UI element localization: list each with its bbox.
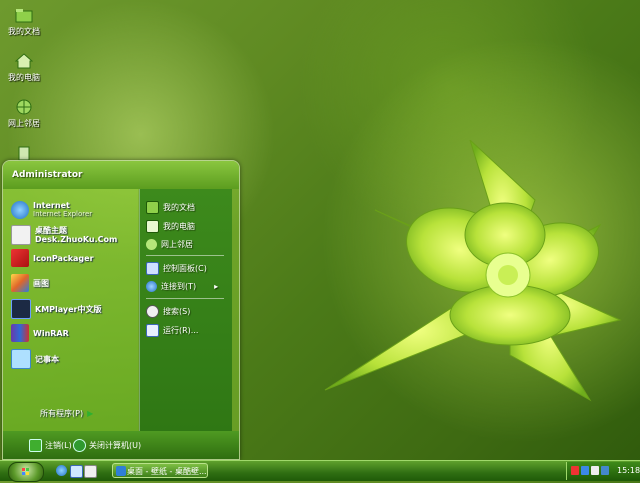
- places-item-label: 运行(R)...: [163, 326, 199, 335]
- desktop-icon-my-documents[interactable]: 我的文档: [4, 6, 44, 37]
- places-separator: [146, 255, 224, 256]
- start-menu-item-label: WinRAR: [33, 328, 69, 338]
- desktop-icon-label: 我的文档: [8, 27, 40, 36]
- all-programs-button[interactable]: 所有程序(P) ▶: [40, 409, 93, 418]
- start-menu-item-label: 记事本: [35, 354, 59, 364]
- start-menu-user-name: Administrator: [3, 161, 239, 189]
- places-item-run[interactable]: 运行(R)...: [146, 324, 198, 337]
- taskbar: 桌面 - 壁纸 - 桌酷壁... 15:18: [0, 460, 640, 482]
- taskbar-window-label: 桌面 - 壁纸 - 桌酷壁...: [127, 467, 207, 476]
- kmplayer-icon: [11, 299, 31, 319]
- windows-logo-icon: [22, 468, 29, 475]
- places-item-control-panel[interactable]: 控制面板(C): [146, 262, 207, 275]
- places-item-label: 我的电脑: [163, 222, 195, 231]
- taskbar-window-button[interactable]: 桌面 - 壁纸 - 桌酷壁...: [112, 463, 208, 478]
- control-panel-icon: [146, 262, 159, 275]
- network-icon: [146, 239, 157, 250]
- wallpaper-flower: [324, 140, 622, 402]
- system-tray: 15:18: [566, 462, 640, 480]
- logoff-label: 注销(L): [45, 441, 72, 450]
- iconpackager-icon: [11, 249, 29, 267]
- network-icon: [15, 98, 33, 116]
- places-item-label: 连接到(T): [161, 282, 197, 291]
- tray-volume-icon[interactable]: [591, 466, 599, 475]
- computer-icon: [146, 220, 159, 233]
- tray-security-icon[interactable]: [601, 466, 609, 475]
- start-menu-item-iconpackager[interactable]: IconPackager: [11, 249, 94, 267]
- start-menu-item-label: 画图: [33, 278, 49, 288]
- submenu-arrow-icon: ▸: [214, 282, 219, 291]
- start-menu-item-zhuoku[interactable]: 桌酷主题Desk.ZhuoKu.Com: [11, 225, 138, 245]
- tray-app-icon[interactable]: [571, 466, 579, 475]
- start-menu-pinned-panel: Internet Internet Explorer 桌酷主题Desk.Zhuo…: [3, 189, 138, 459]
- computer-icon: [14, 52, 34, 70]
- places-item-search[interactable]: 搜索(S): [146, 305, 190, 318]
- start-menu-item-label: KMPlayer中文版: [35, 304, 102, 314]
- start-menu-item-label: 桌酷主题Desk.ZhuoKu.Com: [35, 226, 118, 244]
- ie-icon: [11, 201, 29, 219]
- start-menu-item-internet[interactable]: Internet Internet Explorer: [11, 201, 92, 219]
- start-menu-item-label: Internet: [33, 201, 70, 210]
- paint-icon: [11, 274, 29, 292]
- places-item-connect-to[interactable]: 连接到(T) ▸: [146, 281, 218, 292]
- clock[interactable]: 15:18: [617, 466, 640, 475]
- start-menu-item-label: IconPackager: [33, 253, 94, 263]
- start-menu-item-notepad[interactable]: 记事本: [11, 349, 59, 369]
- desktop-icon-label: 我的电脑: [8, 73, 40, 82]
- winrar-icon: [11, 324, 29, 342]
- quicklaunch-desktop-icon[interactable]: [70, 465, 83, 478]
- all-programs-label: 所有程序(P): [40, 409, 84, 418]
- logoff-button[interactable]: 注销(L): [29, 439, 72, 452]
- ie-icon: [116, 466, 126, 476]
- search-icon: [146, 305, 159, 318]
- connect-icon: [146, 281, 157, 292]
- desktop-icon-label: 网上邻居: [8, 119, 40, 128]
- start-menu-item-sublabel: Internet Explorer: [33, 210, 93, 218]
- shutdown-button[interactable]: 关闭计算机(U): [73, 439, 141, 452]
- places-item-label: 网上邻居: [161, 240, 193, 249]
- power-icon: [73, 439, 86, 452]
- places-separator: [146, 298, 224, 299]
- places-item-label: 搜索(S): [163, 307, 191, 316]
- quicklaunch-ie-icon[interactable]: [56, 465, 67, 476]
- shutdown-label: 关闭计算机(U): [89, 441, 142, 450]
- start-menu-item-kmplayer[interactable]: KMPlayer中文版: [11, 299, 102, 319]
- places-item-label: 我的文档: [163, 203, 195, 212]
- desktop-icon-network[interactable]: 网上邻居: [4, 98, 44, 129]
- desktop-icon-my-computer[interactable]: 我的电脑: [4, 52, 44, 83]
- notepad-icon: [11, 349, 31, 369]
- places-item-label: 控制面板(C): [163, 264, 207, 273]
- places-item-my-computer[interactable]: 我的电脑: [146, 220, 195, 233]
- places-item-network[interactable]: 网上邻居: [146, 239, 193, 250]
- start-button[interactable]: [8, 462, 44, 482]
- logoff-icon: [29, 439, 42, 452]
- start-menu-places-panel: 我的文档 我的电脑 网上邻居 控制面板(C) 连接到(T) ▸ 搜索(S) 运行…: [139, 189, 232, 431]
- folder-icon: [146, 201, 159, 214]
- start-menu: Administrator Internet Internet Explorer…: [2, 160, 240, 460]
- start-menu-item-winrar[interactable]: WinRAR: [11, 324, 69, 342]
- start-menu-footer: 注销(L) 关闭计算机(U): [3, 431, 239, 459]
- zhuoku-icon: [11, 225, 31, 245]
- quicklaunch-media-icon[interactable]: [84, 465, 97, 478]
- tray-network-icon[interactable]: [581, 466, 589, 475]
- start-menu-item-paint[interactable]: 画图: [11, 274, 49, 292]
- run-icon: [146, 324, 159, 337]
- arrow-right-icon: ▶: [87, 409, 94, 418]
- folder-icon: [15, 6, 33, 24]
- places-item-my-documents[interactable]: 我的文档: [146, 201, 195, 214]
